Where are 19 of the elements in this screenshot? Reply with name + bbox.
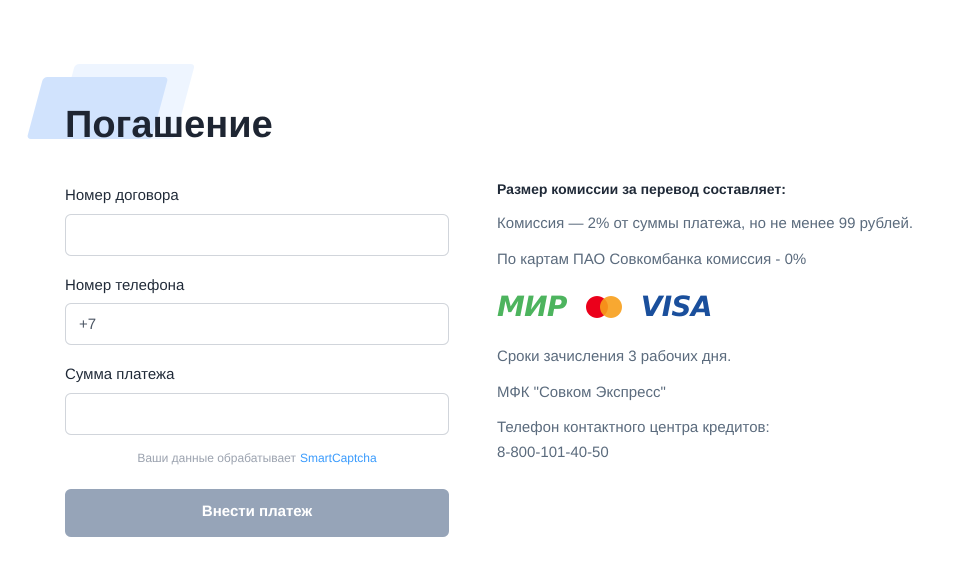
field-label: Номер договора: [65, 186, 180, 206]
info-text: По картам ПАО Совкомбанка комиссия - 0%: [497, 250, 808, 270]
commission-heading: Размер комиссии за перевод составляет:: [497, 180, 787, 199]
page-title: Погашение: [65, 106, 273, 146]
card-logo: МИР: [497, 293, 567, 321]
overlapping-circles-icon: [584, 295, 623, 319]
captcha-link[interactable]: SmartCaptcha: [300, 448, 377, 466]
phone-label: Телефон контактного центра кредитов:: [497, 418, 771, 438]
field-label: Номер телефона: [65, 276, 186, 296]
info-text: Сроки зачисления 3 рабочих дня.: [497, 347, 732, 367]
input-field[interactable]: [65, 392, 449, 434]
card-logo: VISA: [640, 293, 712, 321]
info-text: МФК "Совком Экспресс": [497, 382, 667, 402]
phone-number: 8-800-101-40-50: [497, 442, 610, 462]
info-text: Комиссия — 2% от суммы платежа, но не менее 99 рублей.: [497, 214, 914, 234]
captcha-note: Ваши данные обрабатывает: [137, 450, 296, 466]
input-field[interactable]: [65, 214, 449, 256]
input-field[interactable]: +7: [65, 303, 449, 345]
field-label: Сумма платежа: [65, 365, 176, 385]
